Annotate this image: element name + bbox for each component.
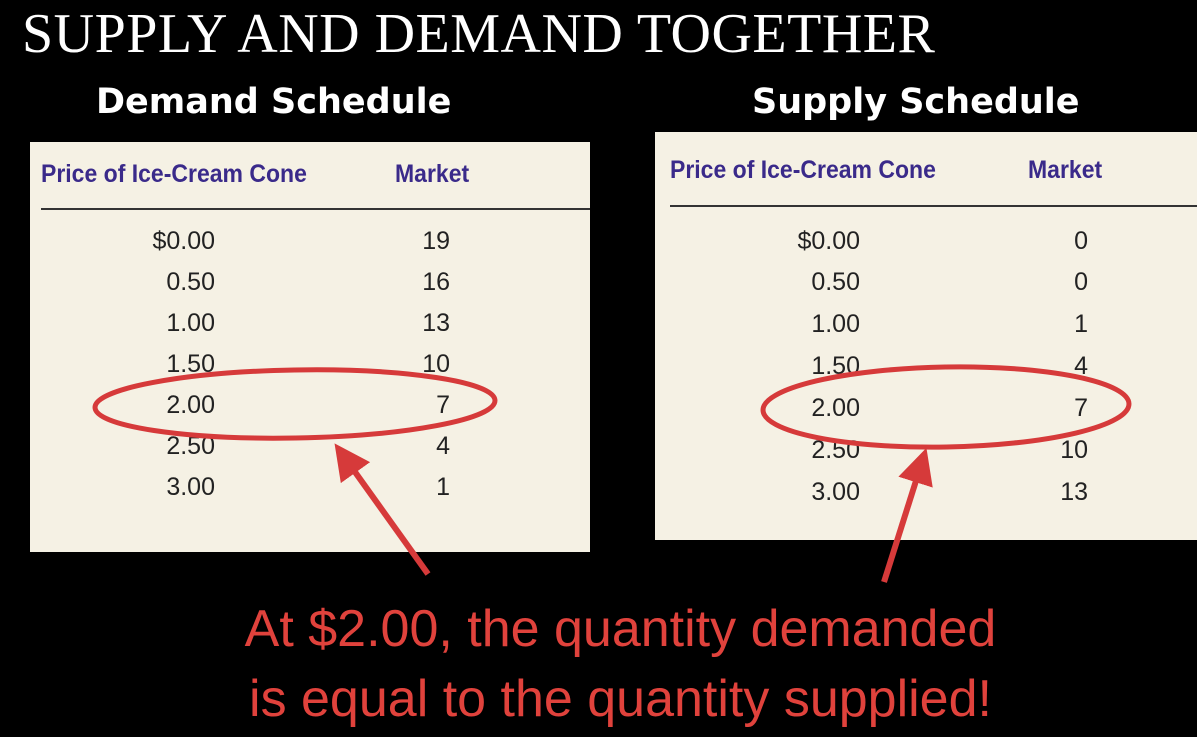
supply-arrow — [881, 447, 933, 583]
supply-highlight-ellipse — [760, 364, 1132, 450]
demand-arrow — [334, 443, 431, 576]
caption-line-1: At $2.00, the quantity demanded — [244, 600, 997, 658]
demand-highlight-ellipse — [92, 367, 498, 441]
caption-line-2: is equal to the quantity supplied! — [249, 670, 992, 728]
